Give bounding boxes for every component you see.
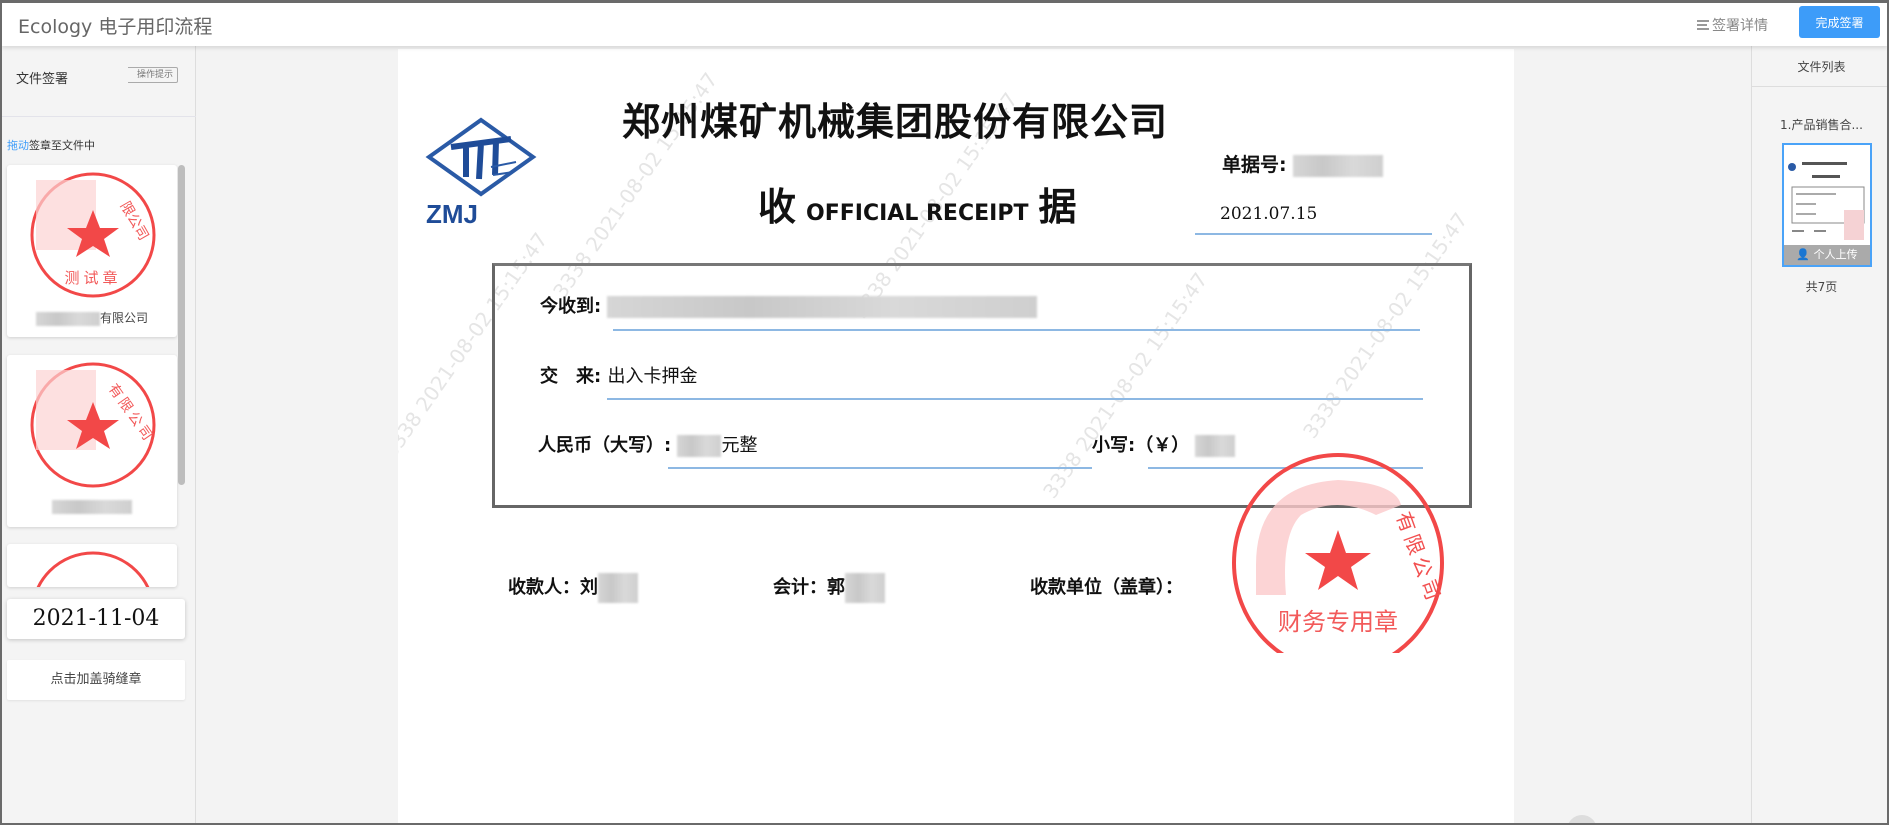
date-stamp[interactable]: 2021-11-04 [7,599,185,639]
drag-tip-link: 拖动 [7,139,29,152]
svg-text:财务专用章: 财务专用章 [1278,608,1398,636]
file-thumbnail[interactable]: 👤 个人上传 [1782,143,1872,267]
receiving-unit: 收款单位（盖章）： [1030,577,1183,598]
stamp-card[interactable]: 限公司 测试章 有限公司 [7,165,177,337]
received-from: 今收到: [540,292,1038,318]
list-icon [1697,20,1709,30]
drag-tip-text: 签章至文件中 [29,139,95,152]
scroll-handle[interactable] [1567,815,1597,823]
seal-icon: 限公司 测试章 [30,172,156,298]
company-name: 郑州煤矿机械集团股份有限公司 [622,100,1169,144]
rmb-lower: 小写:（￥） [1092,431,1236,457]
file-name[interactable]: 1.产品销售合... [1752,116,1887,133]
payment-for: 交 来: 出入卡押金 [540,366,698,387]
stamp-label [7,499,177,514]
rmb-upper: 人民币（大写）: 元整 [538,435,758,457]
svg-text:测试章: 测试章 [64,269,121,287]
panel-title: 文件签署 [16,72,69,87]
stamp-label: 有限公司 [7,309,177,326]
underline [607,398,1423,400]
add-seam-seal-button[interactable]: 点击加盖骑缝章 [7,660,185,700]
seal-icon [36,551,150,587]
sign-details-button[interactable]: 签署详情 [1697,15,1768,35]
svg-text:ZMJ: ZMJ [426,199,478,227]
file-list-panel: 文件列表 1.产品销售合... 👤 个人上传 共7页 [1751,46,1887,823]
page-count: 共7页 [1805,280,1838,294]
payee: 收款人：刘 [508,573,638,603]
seal-icon: 有限公司 [30,362,157,488]
finance-seal: 有限公司 财务专用章 [1232,453,1447,653]
company-logo: ZMJ [425,117,537,227]
divider [1752,86,1887,87]
receipt-date: 2021.07.15 [1220,204,1318,224]
app-window: Ecology 电子用印流程 签署详情 完成签署 文件签署 操作提示 拖动签章至… [0,0,1889,825]
svg-text:有限公司: 有限公司 [1391,509,1446,607]
stamp-card[interactable]: 有限公司 [7,355,177,527]
receipt-title: 收 OFFICIAL RECEIPT 据 [758,185,1077,229]
stamp-card[interactable] [7,544,177,587]
app-title: Ecology 电子用印流程 [18,16,213,38]
svg-text:有限公司: 有限公司 [105,381,157,446]
operation-hint-button[interactable]: 操作提示 [128,67,179,83]
scrollbar[interactable] [178,165,185,485]
header: Ecology 电子用印流程 签署详情 完成签署 [2,3,1887,46]
file-list-title: 文件列表 [1797,60,1846,74]
receipt-no-label: 单据号: [1222,150,1384,177]
stamp-panel: 文件签署 操作提示 拖动签章至文件中 限公司 测试章 有限公司 有限公司 202… [2,46,196,823]
finish-signing-button[interactable]: 完成签署 [1799,6,1880,38]
underline [668,467,1092,469]
document-page: 3338 2021-08-02 15:15:47 3338 2021-08-02… [398,49,1514,823]
divider [2,116,196,117]
sign-details-label: 签署详情 [1712,18,1768,34]
thumbnail-preview [1788,162,1865,240]
upload-badge: 👤 个人上传 [1784,245,1870,265]
underline [613,329,1420,331]
accountant: 会计：郭 [773,573,885,603]
underline [1195,233,1432,235]
drag-tip: 拖动签章至文件中 [7,137,95,153]
